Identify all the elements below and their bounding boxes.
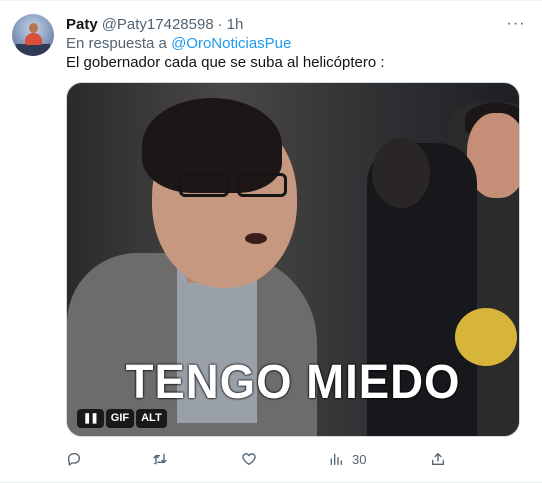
avatar-figure-head	[29, 23, 38, 33]
main-person-mouth	[245, 233, 267, 244]
tweet-text: El gobernador cada que se suba al helicó…	[66, 54, 385, 71]
views-count: 30	[352, 451, 367, 467]
background-person-middle-head	[372, 138, 430, 208]
pause-icon[interactable]: ❚❚	[77, 409, 104, 428]
author-handle[interactable]: @Paty17428598	[102, 16, 214, 33]
reply-icon	[67, 453, 80, 466]
alt-badge[interactable]: ALT	[136, 409, 167, 428]
glasses-left-lens	[179, 173, 229, 197]
share-icon	[432, 453, 444, 465]
reply-prefix: En respuesta a	[66, 35, 167, 52]
tweet-header: Paty @Paty17428598 · 1h ···	[66, 14, 528, 34]
views-button[interactable]: 30	[328, 450, 366, 468]
retweet-button[interactable]	[152, 450, 168, 468]
media-controls: ❚❚ GIF ALT	[77, 409, 167, 428]
gif-caption: TENGO MIEDO	[125, 356, 461, 409]
avatar-figure-body	[25, 33, 42, 45]
separator-dot: ·	[217, 15, 223, 33]
avatar[interactable]	[12, 14, 54, 56]
glasses-right-lens	[237, 173, 287, 197]
author-name[interactable]: Paty	[66, 16, 98, 33]
views-icon	[330, 453, 342, 465]
action-bar: 30	[66, 450, 456, 468]
top-divider	[0, 0, 542, 1]
like-button[interactable]	[241, 450, 257, 468]
share-button[interactable]	[430, 450, 446, 468]
reply-context: En respuesta a @OroNoticiasPue	[66, 35, 291, 52]
gif-badge: GIF	[105, 409, 135, 428]
reply-to-link[interactable]: @OroNoticiasPue	[171, 35, 291, 52]
avatar-scene	[16, 44, 50, 56]
gif-media[interactable]: TENGO MIEDO ❚❚ GIF ALT	[66, 82, 520, 437]
reply-button[interactable]	[66, 450, 82, 468]
heart-icon	[242, 453, 256, 465]
tweet-time[interactable]: 1h	[227, 16, 244, 33]
more-options-icon[interactable]: ···	[504, 14, 528, 34]
retweet-icon	[153, 453, 167, 465]
